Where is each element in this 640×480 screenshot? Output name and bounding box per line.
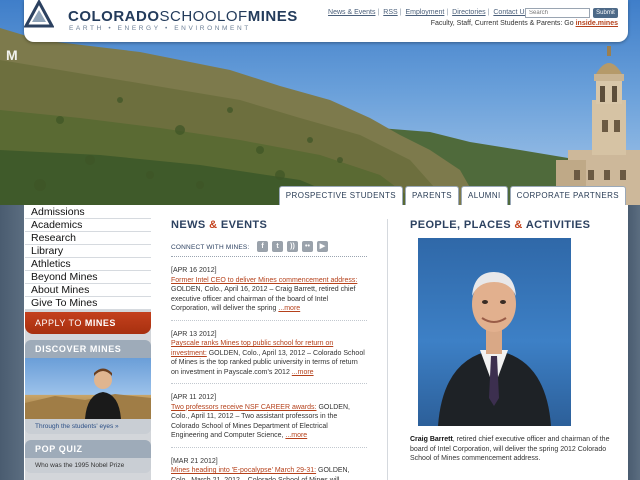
util-link-contact-us[interactable]: Contact Us	[493, 9, 528, 16]
guggenheim-tower	[556, 46, 640, 205]
utility-links: News & Events | RSS | Employment | Director…	[328, 9, 528, 16]
logo-word-of: OF	[225, 8, 248, 25]
news-more-link[interactable]: ...more	[285, 432, 307, 439]
pop-quiz-box: POP QUIZ Who was the 1995 Nobel Prize	[25, 440, 151, 473]
youtube-icon[interactable]: ▶	[317, 241, 328, 252]
column-divider	[387, 219, 388, 480]
news-more-link[interactable]: ...more	[292, 369, 314, 376]
mines-logo-icon[interactable]	[24, 0, 54, 30]
news-list: [APR 16 2012] Former Intel CEO to delive…	[171, 266, 367, 480]
heading-part: ACTIVITIES	[522, 219, 591, 231]
apply-to-mines-button[interactable]: APPLY TO MINES	[25, 312, 151, 334]
heading-part: NEWS	[171, 219, 210, 231]
sidebar-item-admissions[interactable]: Admissions	[25, 206, 151, 219]
sidebar-item-beyond-mines[interactable]: Beyond Mines	[25, 271, 151, 284]
audience-tabs: PROSPECTIVE STUDENTS PARENTS ALUMNI CORP…	[277, 186, 626, 205]
news-date: [MAR 21 2012]	[171, 457, 218, 465]
util-link-employment[interactable]: Employment	[405, 9, 444, 16]
tab-corporate-partners[interactable]: CORPORATE PARTNERS	[509, 186, 626, 205]
util-link-rss[interactable]: RSS	[383, 9, 397, 16]
apply-label-bold: MINES	[84, 318, 116, 328]
left-sidebar: Admissions Academics Research Library At…	[25, 206, 151, 480]
discover-mines-caption-link[interactable]: Through the students' eyes »	[25, 419, 151, 434]
tab-alumni[interactable]: ALUMNI	[461, 186, 508, 205]
inside-mines-link[interactable]: inside.mines	[576, 20, 618, 27]
news-headline-link[interactable]: Former Intel CEO to deliver Mines commen…	[171, 277, 357, 284]
sidebar-item-athletics[interactable]: Athletics	[25, 258, 151, 271]
sidebar-item-give-to-mines[interactable]: Give To Mines	[25, 297, 151, 310]
hero-banner: M COLORADOSCHOOLOFMINES EARTH • ENERGY •…	[0, 0, 640, 205]
news-more-link[interactable]: ...more	[278, 305, 300, 312]
news-item: [MAR 21 2012] Mines heading into 'E-poca…	[171, 457, 367, 480]
site-header: COLORADOSCHOOLOFMINES EARTH • ENERGY • E…	[24, 0, 628, 42]
connect-label: CONNECT WITH MINES:	[171, 244, 250, 251]
news-item: [APR 16 2012] Former Intel CEO to delive…	[171, 266, 367, 321]
separator: |	[399, 9, 402, 16]
page-frame-right	[628, 205, 640, 480]
insider-prefix: Faculty, Staff, Current Students & Paren…	[430, 20, 576, 27]
pop-quiz-title: POP QUIZ	[25, 440, 151, 458]
discover-mines-box: DISCOVER MINES Through the students' eye…	[25, 340, 151, 434]
heading-ampersand: &	[514, 219, 523, 231]
twitter-icon[interactable]: t	[272, 241, 283, 252]
util-link-news-events[interactable]: News & Events	[328, 9, 375, 16]
separator: |	[446, 9, 449, 16]
facebook-icon[interactable]: f	[257, 241, 268, 252]
logo-tagline: EARTH • ENERGY • ENVIRONMENT	[69, 25, 251, 32]
news-events-heading: NEWS & EVENTS	[171, 219, 267, 231]
rss-icon[interactable]: ))	[287, 241, 298, 252]
news-headline-link[interactable]: Mines heading into 'E-pocalypse' March 2…	[171, 467, 316, 474]
heading-part: PEOPLE, PLACES	[410, 219, 515, 231]
sidebar-item-library[interactable]: Library	[25, 245, 151, 258]
apply-label: APPLY TO	[35, 318, 85, 328]
logo-wordmark[interactable]: COLORADOSCHOOLOFMINES	[68, 8, 298, 25]
heading-part: EVENTS	[217, 219, 268, 231]
logo-word-mines: MINES	[247, 8, 298, 25]
discover-mines-title: DISCOVER MINES	[25, 340, 151, 358]
insider-line: Faculty, Staff, Current Students & Paren…	[431, 20, 618, 27]
sidebar-item-research[interactable]: Research	[25, 232, 151, 245]
people-places-heading: PEOPLE, PLACES & ACTIVITIES	[410, 219, 590, 231]
separator: |	[377, 9, 380, 16]
sidebar-item-about-mines[interactable]: About Mines	[25, 284, 151, 297]
pop-quiz-question: Who was the 1995 Nobel Prize	[35, 462, 125, 469]
tab-parents[interactable]: PARENTS	[405, 186, 460, 205]
discover-mines-video-thumbnail[interactable]	[25, 358, 151, 419]
featured-person-caption: Craig Barrett, retired chief executive o…	[410, 435, 610, 464]
connect-with-mines: CONNECT WITH MINES: f t )) •• ▶	[171, 240, 367, 257]
search-input[interactable]	[525, 8, 590, 18]
separator: |	[487, 9, 490, 16]
news-body: GOLDEN, Colo., April 16, 2012 – Craig Ba…	[171, 286, 356, 312]
logo-word-colorado: COLORADO	[68, 8, 160, 25]
tab-prospective-students[interactable]: PROSPECTIVE STUDENTS	[278, 186, 404, 205]
hill-m-mark: M	[6, 47, 18, 63]
news-headline-link[interactable]: Two professors receive NSF CAREER awards…	[171, 404, 317, 411]
search-submit-button[interactable]: Submit	[593, 8, 618, 18]
news-item: [APR 11 2012] Two professors receive NSF…	[171, 393, 367, 448]
featured-person-name[interactable]: Craig Barrett	[410, 436, 453, 443]
news-date: [APR 11 2012]	[171, 394, 217, 401]
logo-word-school: SCHOOL	[159, 8, 226, 25]
news-date: [APR 16 2012]	[171, 267, 217, 274]
flickr-icon[interactable]: ••	[302, 241, 313, 252]
news-item: [APR 13 2012] Payscale ranks Mines top p…	[171, 330, 367, 384]
news-date: [APR 13 2012]	[171, 330, 217, 338]
page-frame-left	[0, 205, 24, 480]
sidebar-item-academics[interactable]: Academics	[25, 219, 151, 232]
featured-person-photo[interactable]	[418, 238, 571, 426]
util-link-directories[interactable]: Directories	[452, 9, 485, 16]
